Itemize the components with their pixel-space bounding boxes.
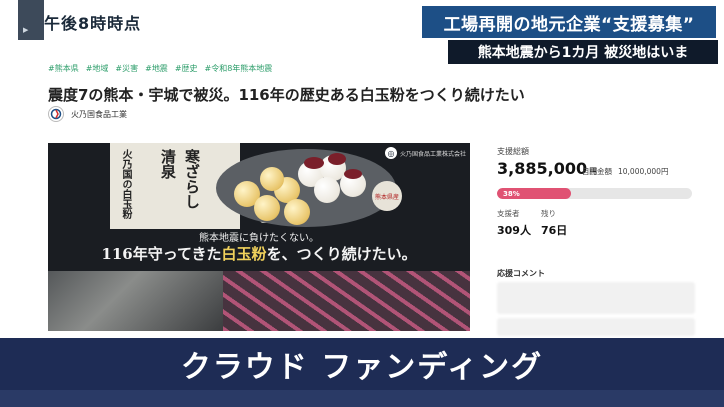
origin-stamp: 熊本県産 (372, 181, 402, 211)
company-name: 火乃国食品工業株式会社 (399, 150, 466, 158)
tag-list: #熊本県 #地域 #災害 #地震 #歴史 #令和8年熊本地震 (48, 63, 272, 74)
funding-progress-bar: 38% (497, 188, 692, 199)
anko-topping (328, 153, 346, 165)
package-name-1: 清泉 (159, 149, 177, 179)
caption-text: 116年守ってきた (101, 245, 222, 263)
tag-item[interactable]: #歴史 (175, 63, 198, 74)
channel-logo-mark: ▶ (23, 26, 29, 34)
factory-photo (48, 271, 223, 331)
caption-highlight: 白玉粉 (221, 245, 267, 263)
dango (260, 167, 284, 191)
company-logo-icon: ◎ (384, 147, 397, 159)
broadcast-caption: クラウド ファンディング (0, 338, 724, 390)
project-title: 震度7の熊本・宇城で被災。116年の歴史ある白玉粉をつくり続けたい (48, 86, 525, 104)
tag-item[interactable]: #令和8年熊本地震 (205, 63, 273, 74)
caption-strip (0, 390, 724, 407)
owner-name[interactable]: 火乃国食品工業 (71, 109, 127, 120)
package-brand: 火乃国の白玉粉 (120, 149, 131, 219)
dango (254, 195, 280, 221)
goal-label: 目標金額 (582, 167, 612, 176)
hero-caption-line1: 熊本地震に負けたくない。 (199, 233, 319, 244)
dango (284, 199, 310, 225)
caption-text: を、つくり続けたい。 (266, 245, 417, 263)
raised-label: 支援総額 (497, 147, 529, 156)
project-hero-image[interactable]: 火乃国の白玉粉 清泉 寒ざらし 熊本県産 ◎ 火乃国食品工業株式会社 熊本地震に… (48, 143, 470, 331)
news-subheadline: 熊本地震から1カ月 被災地はいま (448, 40, 718, 64)
remaining-label: 残り (541, 209, 556, 218)
progress-fill: 38% (497, 188, 572, 199)
tag-item[interactable]: #熊本県 (48, 63, 79, 74)
news-headline: 工場再開の地元企業“支援募集” (420, 4, 718, 40)
comments-heading: 応援コメント (497, 269, 545, 278)
goal-amount: 目標金額 10,000,000円 (582, 166, 668, 177)
damaged-interior-photo (223, 271, 470, 331)
hero-product-photo: 火乃国の白玉粉 清泉 寒ざらし 熊本県産 ◎ 火乃国食品工業株式会社 熊本地震に… (48, 143, 470, 271)
goal-value: 10,000,000円 (618, 167, 669, 176)
comment-item[interactable] (497, 318, 695, 336)
anko-topping (304, 157, 324, 169)
raised-amount-value: 3,885,000 (497, 159, 588, 178)
white-dango (314, 177, 340, 203)
channel-logo: ▶ (18, 0, 44, 40)
tag-item[interactable]: #地震 (145, 63, 168, 74)
remaining-value: 76日 (541, 224, 568, 237)
anko-topping (344, 169, 362, 179)
owner-logo-icon (48, 106, 64, 122)
hero-caption-line2: 116年守ってきた白玉粉を、つくり続けたい。 (48, 243, 470, 264)
company-mark: ◎ 火乃国食品工業株式会社 (384, 147, 466, 159)
project-owner[interactable]: 火乃国食品工業 (48, 106, 127, 122)
supporters-value: 309人 (497, 224, 531, 237)
tag-item[interactable]: #災害 (115, 63, 138, 74)
time-badge: 午後8時時点 (44, 14, 142, 33)
comment-item[interactable] (497, 282, 695, 314)
tag-item[interactable]: #地域 (86, 63, 109, 74)
package-name-2: 寒ざらし (183, 149, 201, 209)
supporters-label: 支援者 (497, 209, 520, 218)
